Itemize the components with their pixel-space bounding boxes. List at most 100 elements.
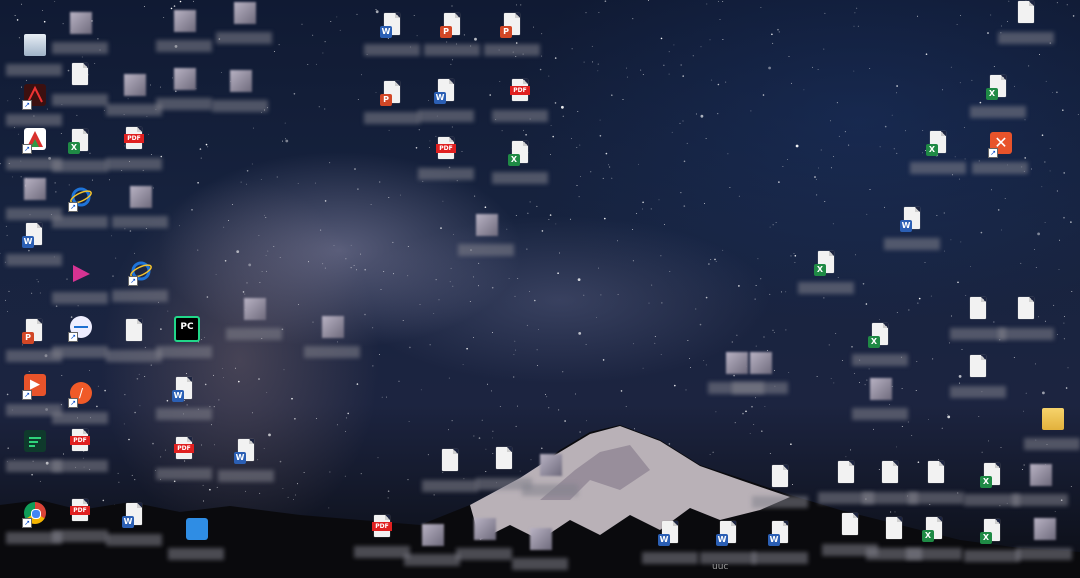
desktop-icon[interactable]: [52, 10, 108, 62]
desktop-icon[interactable]: [422, 448, 478, 500]
desktop-icon[interactable]: [852, 376, 908, 428]
desktop-icon[interactable]: [752, 464, 808, 516]
desktop-icon[interactable]: [1012, 462, 1068, 514]
desktop-icon[interactable]: [216, 0, 272, 52]
desktop-icon[interactable]: PDF: [106, 126, 162, 178]
desktop-icon[interactable]: [512, 526, 568, 578]
desktop-icon[interactable]: PC: [156, 314, 212, 366]
desktop-icon[interactable]: P: [6, 318, 62, 370]
desktop-icon[interactable]: W: [418, 78, 474, 130]
desktop-icon[interactable]: [522, 452, 578, 504]
desktop-icon[interactable]: PDF: [52, 498, 108, 550]
desktop-icon[interactable]: [818, 460, 874, 512]
desktop-icon[interactable]: X: [798, 250, 854, 302]
desktop-icon[interactable]: [6, 32, 62, 84]
blue-file-icon: [184, 516, 208, 544]
desktop-icon[interactable]: X: [52, 128, 108, 180]
desktop-icon[interactable]: [168, 516, 224, 568]
desktop-icon[interactable]: ↗: [6, 126, 62, 178]
desktop-icon[interactable]: PDF: [156, 436, 212, 488]
icon-label-redacted: [156, 40, 212, 52]
icon-label-redacted: [156, 468, 212, 480]
desktop-icon[interactable]: [106, 72, 162, 124]
desktop-icon[interactable]: X: [910, 130, 966, 182]
desktop-icon[interactable]: [156, 8, 212, 60]
desktop-icon[interactable]: X: [964, 518, 1020, 570]
icon-label-redacted: [52, 412, 108, 424]
desktop-icon[interactable]: / ↗: [52, 380, 108, 432]
desktop-icon[interactable]: ↗: [6, 500, 62, 552]
desktop-icon[interactable]: ✕ ↗: [972, 130, 1028, 182]
desktop-icon[interactable]: [52, 62, 108, 114]
icon-label-redacted: [106, 104, 162, 116]
desktop-icon[interactable]: P: [424, 12, 480, 64]
desktop-icon[interactable]: [6, 176, 62, 228]
desktop-icon[interactable]: PDF: [52, 428, 108, 480]
desktop-icon[interactable]: [212, 68, 268, 120]
desktop-icon[interactable]: P: [484, 12, 540, 64]
desktop-icon[interactable]: PDF: [492, 78, 548, 130]
image-file-icon: [474, 212, 498, 240]
desktop-icon[interactable]: [1024, 406, 1080, 458]
desktop-icon[interactable]: [52, 260, 108, 312]
desktop-icon[interactable]: [106, 318, 162, 370]
desktop-icon[interactable]: W: [106, 502, 162, 554]
desktop-icon[interactable]: [862, 460, 918, 512]
desktop-icon[interactable]: [950, 296, 1006, 348]
icon-label-redacted: [364, 112, 420, 124]
desktop-icon[interactable]: ↗: [52, 314, 108, 366]
desktop-icon[interactable]: [866, 516, 922, 568]
desktop-icon[interactable]: W: [6, 222, 62, 274]
desktop-icon[interactable]: [822, 512, 878, 564]
desktop-icon[interactable]: W: [218, 438, 274, 490]
excel-shortcut-icon: X: [68, 128, 92, 156]
pink-image-icon: [538, 452, 562, 480]
desktop-icon[interactable]: W: [752, 520, 808, 572]
desktop-icon[interactable]: P: [364, 80, 420, 132]
desktop-icon[interactable]: W: [884, 206, 940, 258]
desktop-icon[interactable]: W: [642, 520, 698, 572]
desktop-icon[interactable]: [1016, 516, 1072, 568]
desktop-icon[interactable]: [950, 354, 1006, 406]
desktop-icon[interactable]: [304, 314, 360, 366]
ie-browser-icon: ↗: [128, 258, 152, 286]
desktop-icon[interactable]: [112, 184, 168, 236]
desktop-icon[interactable]: X: [492, 140, 548, 192]
icon-label-redacted: [52, 94, 108, 106]
icon-label-redacted: [424, 44, 480, 56]
desktop-icon[interactable]: X: [964, 462, 1020, 514]
icon-label-redacted: [852, 354, 908, 366]
desktop-icon[interactable]: [908, 460, 964, 512]
icon-label-redacted: [998, 32, 1054, 44]
blurred-file-icon: [242, 296, 266, 324]
desktop-icon[interactable]: [732, 350, 788, 402]
desktop-icon[interactable]: [456, 516, 512, 568]
icon-label-redacted: [752, 496, 808, 508]
desktop-icon[interactable]: [404, 522, 460, 574]
desktop-icon[interactable]: [998, 296, 1054, 348]
pdf-document-icon: PDF: [370, 514, 394, 542]
generic-file-icon: [924, 460, 948, 488]
desktop-icon[interactable]: ▶ ↗: [6, 372, 62, 424]
word-document-icon: W: [122, 502, 146, 530]
text-file-icon: [838, 512, 862, 540]
desktop-icon[interactable]: [156, 66, 212, 118]
desktop-icon[interactable]: ↗: [52, 184, 108, 236]
desktop-icon[interactable]: [476, 446, 532, 498]
icon-label-redacted: [112, 216, 168, 228]
desktop-icon[interactable]: [6, 428, 62, 480]
desktop-icon[interactable]: X: [906, 516, 962, 568]
icon-label-redacted: [906, 548, 962, 560]
desktop-icon[interactable]: X: [852, 322, 908, 374]
blurred-file-icon: [22, 176, 46, 204]
desktop-icon[interactable]: [226, 296, 282, 348]
desktop-icon[interactable]: W: [156, 376, 212, 428]
desktop-icon[interactable]: [458, 212, 514, 264]
desktop-icon[interactable]: X: [970, 74, 1026, 126]
desktop-icon[interactable]: [998, 0, 1054, 52]
desktop-icon[interactable]: ↗: [112, 258, 168, 310]
desktop-icon[interactable]: PDF: [354, 514, 410, 566]
desktop-icon[interactable]: W: [364, 12, 420, 64]
orange-app-icon: / ↗: [68, 380, 92, 408]
desktop-icon[interactable]: PDF: [418, 136, 474, 188]
